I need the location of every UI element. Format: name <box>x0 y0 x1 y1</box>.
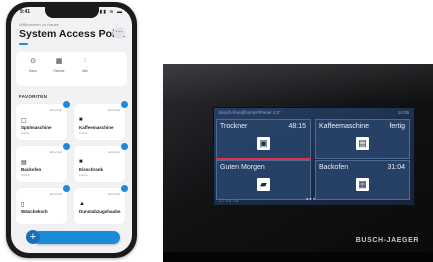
app-subtitle: Willkommen zu Hause <box>19 22 59 27</box>
app-title: System Access Point <box>19 28 125 40</box>
bottom-action-bar[interactable] <box>33 231 120 244</box>
phone-screen: 9:41 ▮▮ ≋ ▬ Willkommen zu Hause System A… <box>11 7 132 253</box>
smartphone: 9:41 ▮▮ ≋ ▬ Willkommen zu Hause System A… <box>6 2 137 258</box>
favorite-tile[interactable]: Einschalt ■ Kaffeemaschine Küche <box>74 101 128 140</box>
status-time: 9:41 <box>20 9 31 15</box>
tile-room: Küche <box>79 131 88 135</box>
favorite-tile[interactable]: Einschalt ▯ Wäschekorb <box>16 185 70 224</box>
tile-toggle-label: Einschalt <box>107 108 120 112</box>
panel-reflection <box>163 64 433 104</box>
oven-icon: ▦ <box>356 178 369 191</box>
quick-item-house[interactable]: ⊙ Haus <box>22 57 44 83</box>
coffee-machine-icon: ▤ <box>356 137 369 150</box>
panel-tile-dryer[interactable]: Trockner 48:15 ▣ <box>216 119 311 159</box>
favorites-heading: FAVORITEN <box>19 94 48 99</box>
toggle-dot[interactable] <box>121 185 128 192</box>
brand-logo-text: BUSCH-JAEGER <box>355 237 419 244</box>
tile-toggle-label: Einschalt <box>107 150 120 154</box>
wall-panel: Busch-free@home®Panel 4.3" 14:05 Trockne… <box>163 64 433 262</box>
panel-tile-name: Backofen <box>319 164 349 171</box>
rooms-icon: ▦ <box>55 58 63 65</box>
add-button[interactable]: + <box>26 230 40 244</box>
favorite-tile[interactable]: Einschalt ▤ Backofen Küche <box>16 143 70 182</box>
more-menu-button[interactable]: ⋯ <box>113 27 125 39</box>
tile-toggle-label: Einschalt <box>49 108 62 112</box>
phone-notch <box>44 7 99 18</box>
panel-tile-name: Kaffeemaschine <box>319 123 370 130</box>
toggle-dot[interactable] <box>63 143 70 150</box>
fridge-icon: ■ <box>79 159 83 165</box>
panel-tile-scene[interactable]: Guten Morgen ▰ <box>216 160 311 200</box>
panel-bottom-edge <box>163 252 433 262</box>
tile-toggle-label: Einschalt <box>49 150 62 154</box>
panel-tile-oven[interactable]: Backofen 31:04 ▦ <box>315 160 410 200</box>
scene-clapper-icon: ▰ <box>257 178 270 191</box>
quick-label: Alle <box>82 69 88 73</box>
panel-tile-name: Trockner <box>220 123 248 130</box>
panel-tile-name: Guten Morgen <box>220 164 265 171</box>
favorite-tile[interactable]: Einschalt ■ Eisschrank Küche <box>74 143 128 182</box>
device-name: Busch-free@home®Panel 4.3" <box>219 110 281 115</box>
coffee-machine-icon: ■ <box>79 117 83 123</box>
quick-label: Räume <box>53 69 65 73</box>
tile-name: Backofen <box>21 167 42 172</box>
panel-tile-value: 31:04 <box>387 164 405 171</box>
status-icons: ▮▮ ≋ ▬ <box>99 9 123 15</box>
tile-room: Küche <box>21 173 30 177</box>
toggle-dot[interactable] <box>121 101 128 108</box>
panel-tile-value: 48:15 <box>288 123 306 130</box>
tile-name: Wäschekorb <box>21 209 48 214</box>
tile-name: Dunstabzugshaube <box>79 209 121 214</box>
quick-label: Haus <box>28 69 38 73</box>
screen-time: 14:05 <box>397 110 409 115</box>
dryer-icon: ▣ <box>257 137 270 150</box>
screen-header: Busch-free@home®Panel 4.3" 14:05 <box>219 110 409 117</box>
house-icon: ⊙ <box>30 58 36 65</box>
dishwasher-icon: ▢ <box>21 118 27 124</box>
toggle-dot[interactable] <box>63 185 70 192</box>
favorite-tile[interactable]: Einschalt ▢ Spülmaschine Küche <box>16 101 70 140</box>
quick-access-row: ⊙ Haus ▦ Räume ⫶ Alle <box>16 52 127 86</box>
tile-room: Küche <box>79 173 88 177</box>
hood-icon: ▲ <box>79 201 85 207</box>
tile-toggle-label: Einschalt <box>49 192 62 196</box>
tile-name: Spülmaschine <box>21 125 52 130</box>
title-underline <box>19 43 28 45</box>
tile-name: Eisschrank <box>79 167 104 172</box>
oven-icon: ▤ <box>21 160 27 166</box>
page-indicator[interactable]: ●●● <box>306 196 316 201</box>
panel-tile-coffee[interactable]: Kaffeemaschine fertig ▤ <box>315 119 410 159</box>
toggle-dot[interactable] <box>121 143 128 150</box>
screen-date: 17.03.18 <box>219 198 239 203</box>
favorite-tile[interactable]: Einschalt ▲ Dunstabzugshaube <box>74 185 128 224</box>
tile-name: Kaffeemaschine <box>79 125 114 130</box>
laundry-icon: ▯ <box>21 202 25 208</box>
quick-item-rooms[interactable]: ▦ Räume <box>48 57 70 83</box>
list-icon: ⫶ <box>84 58 86 65</box>
quick-item-all[interactable]: ⫶ Alle <box>74 57 96 83</box>
tile-toggle-label: Einschalt <box>107 192 120 196</box>
panel-screen: Busch-free@home®Panel 4.3" 14:05 Trockne… <box>213 107 415 206</box>
tile-room: Küche <box>21 131 30 135</box>
panel-tile-value: fertig <box>389 123 405 130</box>
toggle-dot[interactable] <box>63 101 70 108</box>
